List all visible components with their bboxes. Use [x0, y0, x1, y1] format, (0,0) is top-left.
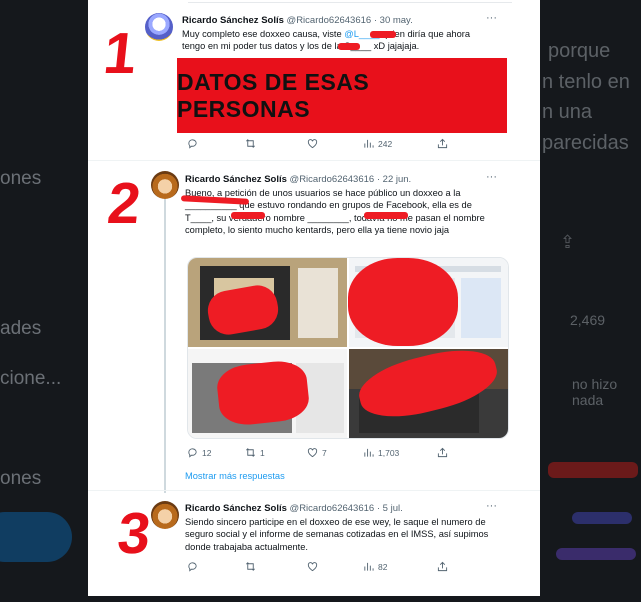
avatar[interactable] [151, 171, 179, 199]
author-handle[interactable]: @Ricardo62643616 [290, 174, 375, 185]
bg-redaction [556, 548, 636, 560]
chart-icon [364, 562, 374, 571]
chart-icon [364, 139, 374, 148]
show-more-replies-link[interactable]: Mostrar más respuestas [185, 471, 285, 481]
views-button[interactable]: 82 [363, 561, 387, 572]
bg-snippet: n tenlo en [542, 71, 630, 93]
view-count: 82 [378, 561, 388, 572]
reply-button[interactable] [187, 138, 198, 149]
more-icon[interactable]: ··· [486, 171, 497, 183]
share-icon [437, 138, 448, 149]
heart-icon [307, 562, 318, 572]
author-name[interactable]: Ricardo Sánchez Solís [182, 15, 284, 26]
author-name[interactable]: Ricardo Sánchez Solís [185, 174, 287, 185]
share-button[interactable] [437, 561, 448, 572]
tweet: Ricardo Sánchez Solís @Ricardo62643616 ·… [88, 0, 540, 160]
redaction-scribble [364, 212, 408, 219]
tweet-thread-screenshot: Ricardo Sánchez Solís @Ricardo62643616 ·… [88, 0, 540, 596]
like-button[interactable]: 7 [307, 447, 327, 458]
image-caption: DATOS DE ESAS PERSONAS [177, 68, 370, 122]
tweet-header: Ricardo Sánchez Solís @Ricardo62643616 ·… [182, 15, 413, 26]
heart-icon [307, 448, 318, 458]
bg-snippet: parecidas [542, 132, 629, 154]
retweet-icon [246, 448, 255, 457]
tweet-text: Muy completo ese doxxeo causa, viste @L_… [182, 28, 472, 53]
bg-button [0, 512, 72, 562]
avatar[interactable] [145, 13, 173, 41]
bg-snippet: ones [0, 468, 42, 489]
share-button[interactable] [437, 447, 448, 458]
media-grid[interactable] [187, 257, 509, 439]
reply-count: 12 [202, 447, 212, 458]
redaction-scribble [231, 212, 265, 219]
chart-icon [364, 448, 374, 457]
bg-snippet: porque [548, 40, 611, 62]
tweet: Ricardo Sánchez Solís @Ricardo62643616 ·… [88, 160, 540, 490]
reply-icon [188, 139, 197, 149]
redaction-scribble [338, 43, 360, 50]
tweet-date[interactable]: 5 jul. [383, 503, 403, 514]
redaction-scribble [370, 31, 396, 38]
tweet-text-part: Muy completo ese doxxeo causa, viste [182, 29, 345, 39]
attached-image[interactable]: DATOS DE ESAS PERSONAS [177, 58, 507, 133]
view-count: 1,703 [378, 447, 400, 458]
bg-snippet: ades [0, 318, 42, 339]
reply-icon [188, 562, 197, 572]
share-icon [437, 561, 448, 572]
views-button[interactable]: 242 [363, 138, 392, 149]
bg-snippet: cione... [0, 368, 62, 389]
author-handle[interactable]: @Ricardo62643616 [290, 503, 375, 514]
heart-icon [307, 139, 318, 149]
retweet-button[interactable] [245, 138, 256, 149]
view-count: 242 [378, 138, 393, 149]
bg-snippet: no hizo nada [572, 376, 618, 408]
tweet-date[interactable]: 30 may. [380, 15, 413, 26]
tweet-header: Ricardo Sánchez Solís @Ricardo62643616 ·… [185, 174, 411, 185]
separator: · [376, 174, 381, 185]
retweet-button[interactable] [245, 561, 256, 572]
tweet: Ricardo Sánchez Solís @Ricardo62643616 ·… [88, 490, 540, 596]
tweet-actions: 82 [187, 561, 507, 575]
avatar[interactable] [151, 501, 179, 529]
bg-snippet: 2,469 [570, 312, 606, 328]
retweet-icon [246, 139, 255, 148]
retweet-icon [246, 562, 255, 571]
share-icon [437, 447, 448, 458]
tweet-date[interactable]: 22 jun. [383, 174, 412, 185]
separator: · [373, 15, 378, 26]
reply-button[interactable] [187, 561, 198, 572]
like-button[interactable] [307, 138, 318, 149]
bg-snippet: ones [0, 168, 42, 189]
bg-redaction [548, 462, 638, 478]
views-button[interactable]: 1,703 [363, 447, 399, 458]
reply-button[interactable]: 12 [187, 447, 211, 458]
more-icon[interactable]: ··· [486, 500, 497, 512]
more-icon[interactable]: ··· [486, 12, 497, 24]
author-handle[interactable]: @Ricardo62643616 [287, 15, 372, 26]
retweet-count: 1 [260, 447, 265, 458]
tweet-actions: 12 1 7 1,703 [187, 447, 507, 461]
tweet-text: Siendo sincero participe en el doxxeo de… [185, 517, 489, 552]
share-icon: ⇪ [560, 232, 576, 252]
tweet-header: Ricardo Sánchez Solís @Ricardo62643616 ·… [185, 503, 403, 514]
tweet-actions: 242 [187, 138, 507, 152]
like-button[interactable] [307, 561, 318, 572]
retweet-button[interactable]: 1 [245, 447, 265, 458]
bg-snippet: n una [542, 101, 593, 123]
bg-redaction [572, 512, 632, 524]
redaction-scribble [348, 258, 458, 346]
separator: · [376, 503, 381, 514]
author-name[interactable]: Ricardo Sánchez Solís [185, 503, 287, 514]
tweet-text: Bueno, a petición de unos usuarios se ha… [185, 188, 485, 235]
reply-icon [188, 448, 197, 458]
like-count: 7 [322, 447, 327, 458]
share-button[interactable] [437, 138, 448, 149]
